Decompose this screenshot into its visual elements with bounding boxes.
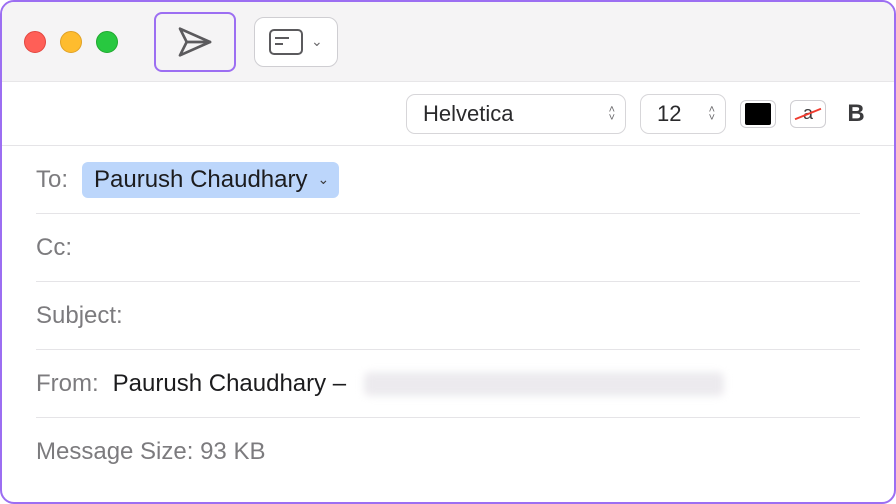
subject-row[interactable]: Subject: — [36, 282, 860, 350]
highlight-color-button[interactable]: a — [790, 100, 826, 128]
stepper-icon: ˄˅ — [609, 106, 615, 122]
format-bar: Helvetica ˄˅ 12 ˄˅ a B — [2, 82, 894, 146]
window-controls — [24, 31, 118, 53]
send-button[interactable] — [163, 17, 227, 67]
font-family-value: Helvetica — [423, 101, 513, 127]
font-size-select[interactable]: 12 ˄˅ — [640, 94, 726, 134]
compose-fields: To: Paurush Chaudhary ⌄ Cc: Subject: Fro… — [2, 146, 894, 486]
minimize-window-button[interactable] — [60, 31, 82, 53]
from-row[interactable]: From: Paurush Chaudhary – — [36, 350, 860, 418]
color-swatch-icon — [745, 103, 771, 125]
close-window-button[interactable] — [24, 31, 46, 53]
to-label: To: — [36, 166, 68, 194]
recipient-name: Paurush Chaudhary — [94, 166, 307, 194]
header-fields-icon — [269, 29, 303, 55]
to-row[interactable]: To: Paurush Chaudhary ⌄ — [36, 146, 860, 214]
maximize-window-button[interactable] — [96, 31, 118, 53]
paper-plane-icon — [175, 22, 215, 62]
message-size-label: Message Size: 93 KB — [36, 438, 265, 466]
cc-row[interactable]: Cc: — [36, 214, 860, 282]
font-family-select[interactable]: Helvetica ˄˅ — [406, 94, 626, 134]
message-size-row: Message Size: 93 KB — [36, 418, 860, 486]
compose-window: ⌄ Helvetica ˄˅ 12 ˄˅ a B To: Paurush Cha… — [0, 0, 896, 504]
cc-label: Cc: — [36, 234, 72, 262]
recipient-chip[interactable]: Paurush Chaudhary ⌄ — [82, 162, 339, 198]
from-name: Paurush Chaudhary – — [113, 370, 346, 398]
send-button-highlight — [154, 12, 236, 72]
text-color-button[interactable] — [740, 100, 776, 128]
from-label: From: — [36, 370, 99, 398]
stepper-icon: ˄˅ — [709, 106, 715, 122]
chevron-down-icon: ⌄ — [317, 171, 329, 188]
font-size-value: 12 — [657, 101, 681, 127]
subject-label: Subject: — [36, 302, 123, 330]
from-email-redacted — [364, 372, 724, 396]
titlebar: ⌄ — [2, 2, 894, 82]
header-fields-button[interactable]: ⌄ — [254, 17, 338, 67]
chevron-down-icon: ⌄ — [311, 33, 323, 50]
bold-button[interactable]: B — [840, 100, 872, 128]
